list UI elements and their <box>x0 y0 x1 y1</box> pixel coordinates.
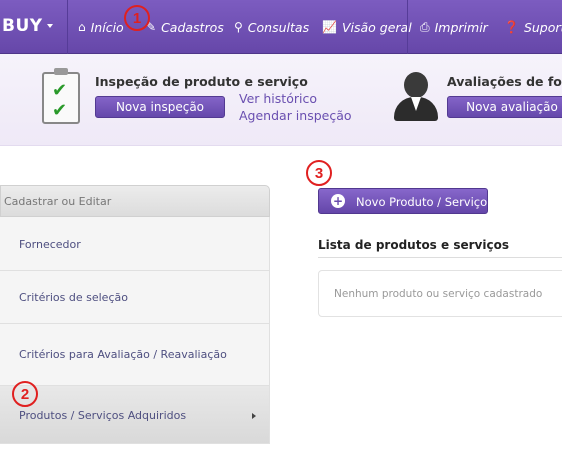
inspecao-title: Inspeção de produto e serviço <box>95 74 308 89</box>
page: BUY ⌂ Início ✎ Cadastros ⚲ Consultas 📈 V… <box>0 0 562 450</box>
sidebar-header: Cadastrar ou Editar <box>0 185 270 217</box>
step-marker-3: 3 <box>306 160 332 186</box>
step-marker-1: 1 <box>124 5 150 31</box>
plus-icon: + <box>331 194 345 208</box>
action-banner: ✔ ✔ Inspeção de produto e serviço Nova i… <box>0 54 562 146</box>
sidebar-item-criterios-selecao[interactable]: Critérios de seleção <box>0 271 270 324</box>
nav-item-label: Visão geral <box>341 19 412 35</box>
user-avatar-icon <box>404 72 428 98</box>
top-nav: BUY ⌂ Início ✎ Cadastros ⚲ Consultas 📈 V… <box>0 0 562 54</box>
list-title: Lista de produtos e serviços <box>318 238 509 252</box>
sidebar-item-label: Produtos / Serviços Adquiridos <box>19 409 187 422</box>
nav-item-visao-geral[interactable]: 📈 Visão geral <box>322 0 412 54</box>
nova-avaliacao-button[interactable]: Nova avaliação <box>447 96 562 118</box>
sidebar-item-produtos-servicos[interactable]: Produtos / Serviços Adquiridos <box>0 386 270 444</box>
sidebar-item-criterios-avaliacao[interactable]: Critérios para Avaliação / Reavaliação <box>0 324 270 386</box>
printer-icon: ⎙ <box>420 19 430 34</box>
nav-item-label: Consultas <box>247 19 310 35</box>
nav-item-inicio[interactable]: ⌂ Início <box>78 0 124 54</box>
divider <box>318 257 562 258</box>
button-label: Novo Produto / Serviço <box>356 195 488 209</box>
chevron-right-icon <box>252 413 256 419</box>
nav-item-label: Suporte <box>523 19 562 35</box>
nav-item-suporte[interactable]: ❓ Suporte <box>504 0 562 54</box>
sidebar-item-label: Fornecedor <box>19 238 81 251</box>
sidebar-item-label: Critérios de seleção <box>19 291 128 304</box>
sidebar: Cadastrar ou Editar Fornecedor Critérios… <box>0 185 270 450</box>
sidebar-item-fornecedor[interactable]: Fornecedor <box>0 217 270 271</box>
home-icon: ⌂ <box>78 20 86 34</box>
step-marker-2: 2 <box>12 381 38 407</box>
sidebar-item-label: Critérios para Avaliação / Reavaliação <box>19 348 227 361</box>
sidebar-header-label: Cadastrar ou Editar <box>4 195 112 208</box>
novo-produto-servico-button[interactable]: + Novo Produto / Serviço <box>318 188 488 214</box>
ver-historico-link[interactable]: Ver histórico <box>239 91 317 106</box>
nav-item-consultas[interactable]: ⚲ Consultas <box>234 0 309 54</box>
nav-item-imprimir[interactable]: ⎙ Imprimir <box>420 0 488 54</box>
empty-state: Nenhum produto ou serviço cadastrado <box>318 270 562 317</box>
help-icon: ❓ <box>504 20 519 34</box>
avaliacoes-title: Avaliações de forne <box>447 74 562 89</box>
nova-inspecao-button[interactable]: Nova inspeção <box>95 96 225 118</box>
brand-logo: BUY <box>2 16 43 36</box>
empty-state-text: Nenhum produto ou serviço cadastrado <box>334 288 543 300</box>
clipboard-check-icon: ✔ ✔ <box>42 68 80 124</box>
nav-item-label: Imprimir <box>434 19 488 35</box>
brand-menu[interactable]: BUY <box>0 0 68 54</box>
nav-divider <box>407 0 408 54</box>
chart-icon: 📈 <box>322 20 337 34</box>
agendar-inspecao-link[interactable]: Agendar inspeção <box>239 108 352 123</box>
nav-item-label: Cadastros <box>161 19 224 35</box>
nav-item-cadastros[interactable]: ✎ Cadastros <box>146 0 224 54</box>
search-icon: ⚲ <box>234 20 243 34</box>
nav-item-label: Início <box>90 19 124 35</box>
caret-down-icon <box>47 24 53 28</box>
